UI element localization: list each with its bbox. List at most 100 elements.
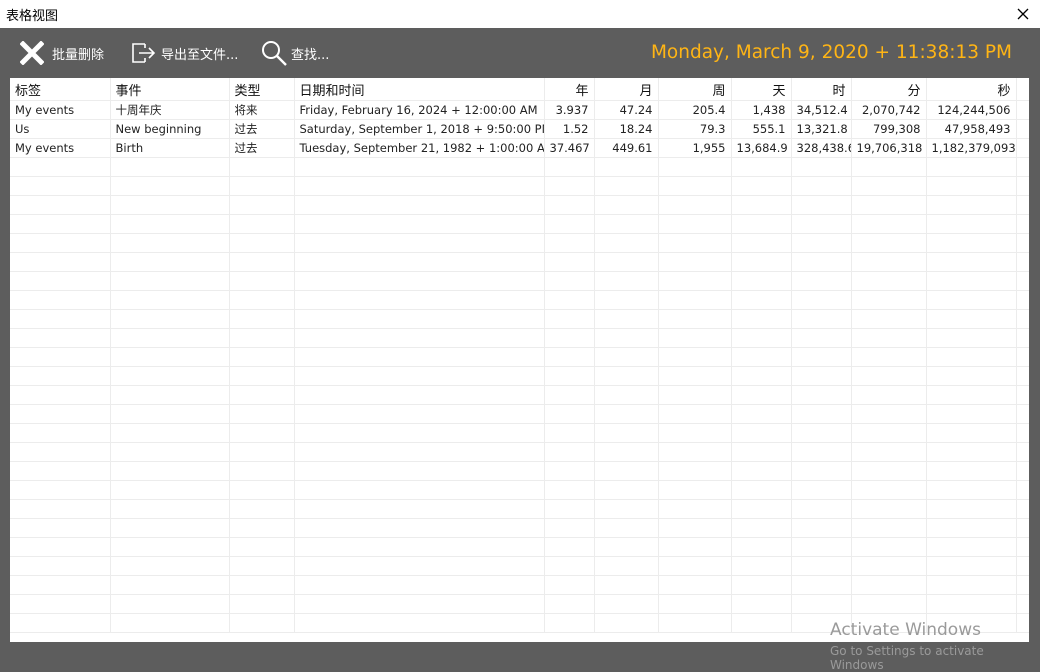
find-button[interactable]: 查找...	[260, 40, 329, 66]
table-row[interactable]: My events 十周年庆 将来 Friday, February 16, 2024…	[10, 100, 1029, 120]
column-header[interactable]: 分	[851, 78, 927, 101]
table-cell	[10, 594, 111, 614]
table-cell	[594, 366, 659, 386]
empty-row	[10, 575, 1029, 595]
table-cell	[294, 499, 545, 519]
empty-row	[10, 404, 1029, 424]
table-cell	[1016, 385, 1029, 405]
table-cell	[594, 594, 659, 614]
table-cell: 124,244,506	[926, 100, 1017, 120]
table-cell	[791, 442, 852, 462]
table-cell	[110, 233, 230, 253]
table-cell	[229, 385, 295, 405]
table-cell	[926, 461, 1017, 481]
column-header[interactable]: 时	[791, 78, 852, 101]
column-header[interactable]: 日期和时间	[294, 78, 545, 101]
table-cell	[851, 404, 927, 424]
table-cell	[851, 423, 927, 443]
table-cell	[110, 461, 230, 481]
table-cell	[1016, 347, 1029, 367]
table-cell	[110, 499, 230, 519]
toolbar: 批量删除 导出至文件... 查找... Monday, March 9, 202…	[0, 28, 1040, 78]
column-header[interactable]: 天	[731, 78, 792, 101]
table-cell	[791, 480, 852, 500]
column-header[interactable]	[1016, 78, 1029, 101]
table-cell	[791, 271, 852, 291]
table-cell	[791, 594, 852, 614]
table-cell: My events	[10, 100, 111, 120]
table-cell	[926, 575, 1017, 595]
table-cell	[594, 442, 659, 462]
table-cell: 过去	[229, 119, 295, 139]
table-cell	[544, 347, 595, 367]
table-cell	[110, 309, 230, 329]
table-row[interactable]: My events Birth 过去 Tuesday, September 21, 1…	[10, 138, 1029, 158]
empty-row	[10, 556, 1029, 576]
table-cell	[294, 537, 545, 557]
table-cell	[658, 195, 732, 215]
table-cell	[926, 195, 1017, 215]
title-bar: 表格视图	[0, 0, 1040, 28]
table-cell	[294, 404, 545, 424]
table-cell: Us	[10, 119, 111, 139]
table-cell	[1016, 252, 1029, 272]
table-cell	[229, 309, 295, 329]
table-cell	[731, 442, 792, 462]
table-row[interactable]: Us New beginning 过去 Saturday, September 1, …	[10, 119, 1029, 139]
table-cell	[294, 480, 545, 500]
table-cell	[851, 195, 927, 215]
table-cell	[926, 499, 1017, 519]
empty-row	[10, 537, 1029, 557]
table-cell	[110, 214, 230, 234]
column-header[interactable]: 秒	[926, 78, 1017, 101]
table-cell	[926, 556, 1017, 576]
table-cell	[926, 442, 1017, 462]
table-cell	[544, 214, 595, 234]
table-cell	[731, 404, 792, 424]
column-header[interactable]: 标签	[10, 78, 111, 101]
table-cell	[731, 252, 792, 272]
table-cell: 13,321.8	[791, 119, 852, 139]
table-cell	[1016, 138, 1029, 158]
table-cell	[926, 480, 1017, 500]
table-cell	[594, 480, 659, 500]
export-button[interactable]: 导出至文件...	[131, 40, 238, 66]
table-cell	[294, 385, 545, 405]
table-cell	[544, 385, 595, 405]
column-header[interactable]: 年	[544, 78, 595, 101]
table-cell	[229, 442, 295, 462]
table-cell	[851, 537, 927, 557]
data-grid[interactable]: 标签 事件 类型 日期和时间年月周天时分秒 My events 十周年庆 将来 Friday…	[10, 78, 1029, 642]
bulk-delete-button[interactable]: 批量删除	[20, 40, 104, 66]
close-button[interactable]	[1006, 0, 1040, 28]
table-cell	[731, 214, 792, 234]
table-cell	[229, 252, 295, 272]
table-cell: 18.24	[594, 119, 659, 139]
table-cell	[658, 290, 732, 310]
table-cell	[851, 176, 927, 196]
table-cell	[294, 366, 545, 386]
column-header[interactable]: 周	[658, 78, 732, 101]
table-cell	[658, 499, 732, 519]
table-cell	[791, 214, 852, 234]
table-cell	[229, 328, 295, 348]
empty-row	[10, 518, 1029, 538]
empty-row	[10, 347, 1029, 367]
table-cell	[926, 309, 1017, 329]
table-cell	[658, 176, 732, 196]
table-cell	[110, 195, 230, 215]
table-cell	[10, 176, 111, 196]
empty-row	[10, 309, 1029, 329]
table-cell	[1016, 575, 1029, 595]
column-header[interactable]: 类型	[229, 78, 295, 101]
table-cell	[1016, 119, 1029, 139]
table-cell	[1016, 309, 1029, 329]
table-cell	[658, 423, 732, 443]
table-cell	[594, 499, 659, 519]
column-header[interactable]: 事件	[110, 78, 230, 101]
column-header[interactable]: 月	[594, 78, 659, 101]
empty-row	[10, 195, 1029, 215]
table-cell	[1016, 271, 1029, 291]
table-cell	[851, 214, 927, 234]
table-cell: 555.1	[731, 119, 792, 139]
